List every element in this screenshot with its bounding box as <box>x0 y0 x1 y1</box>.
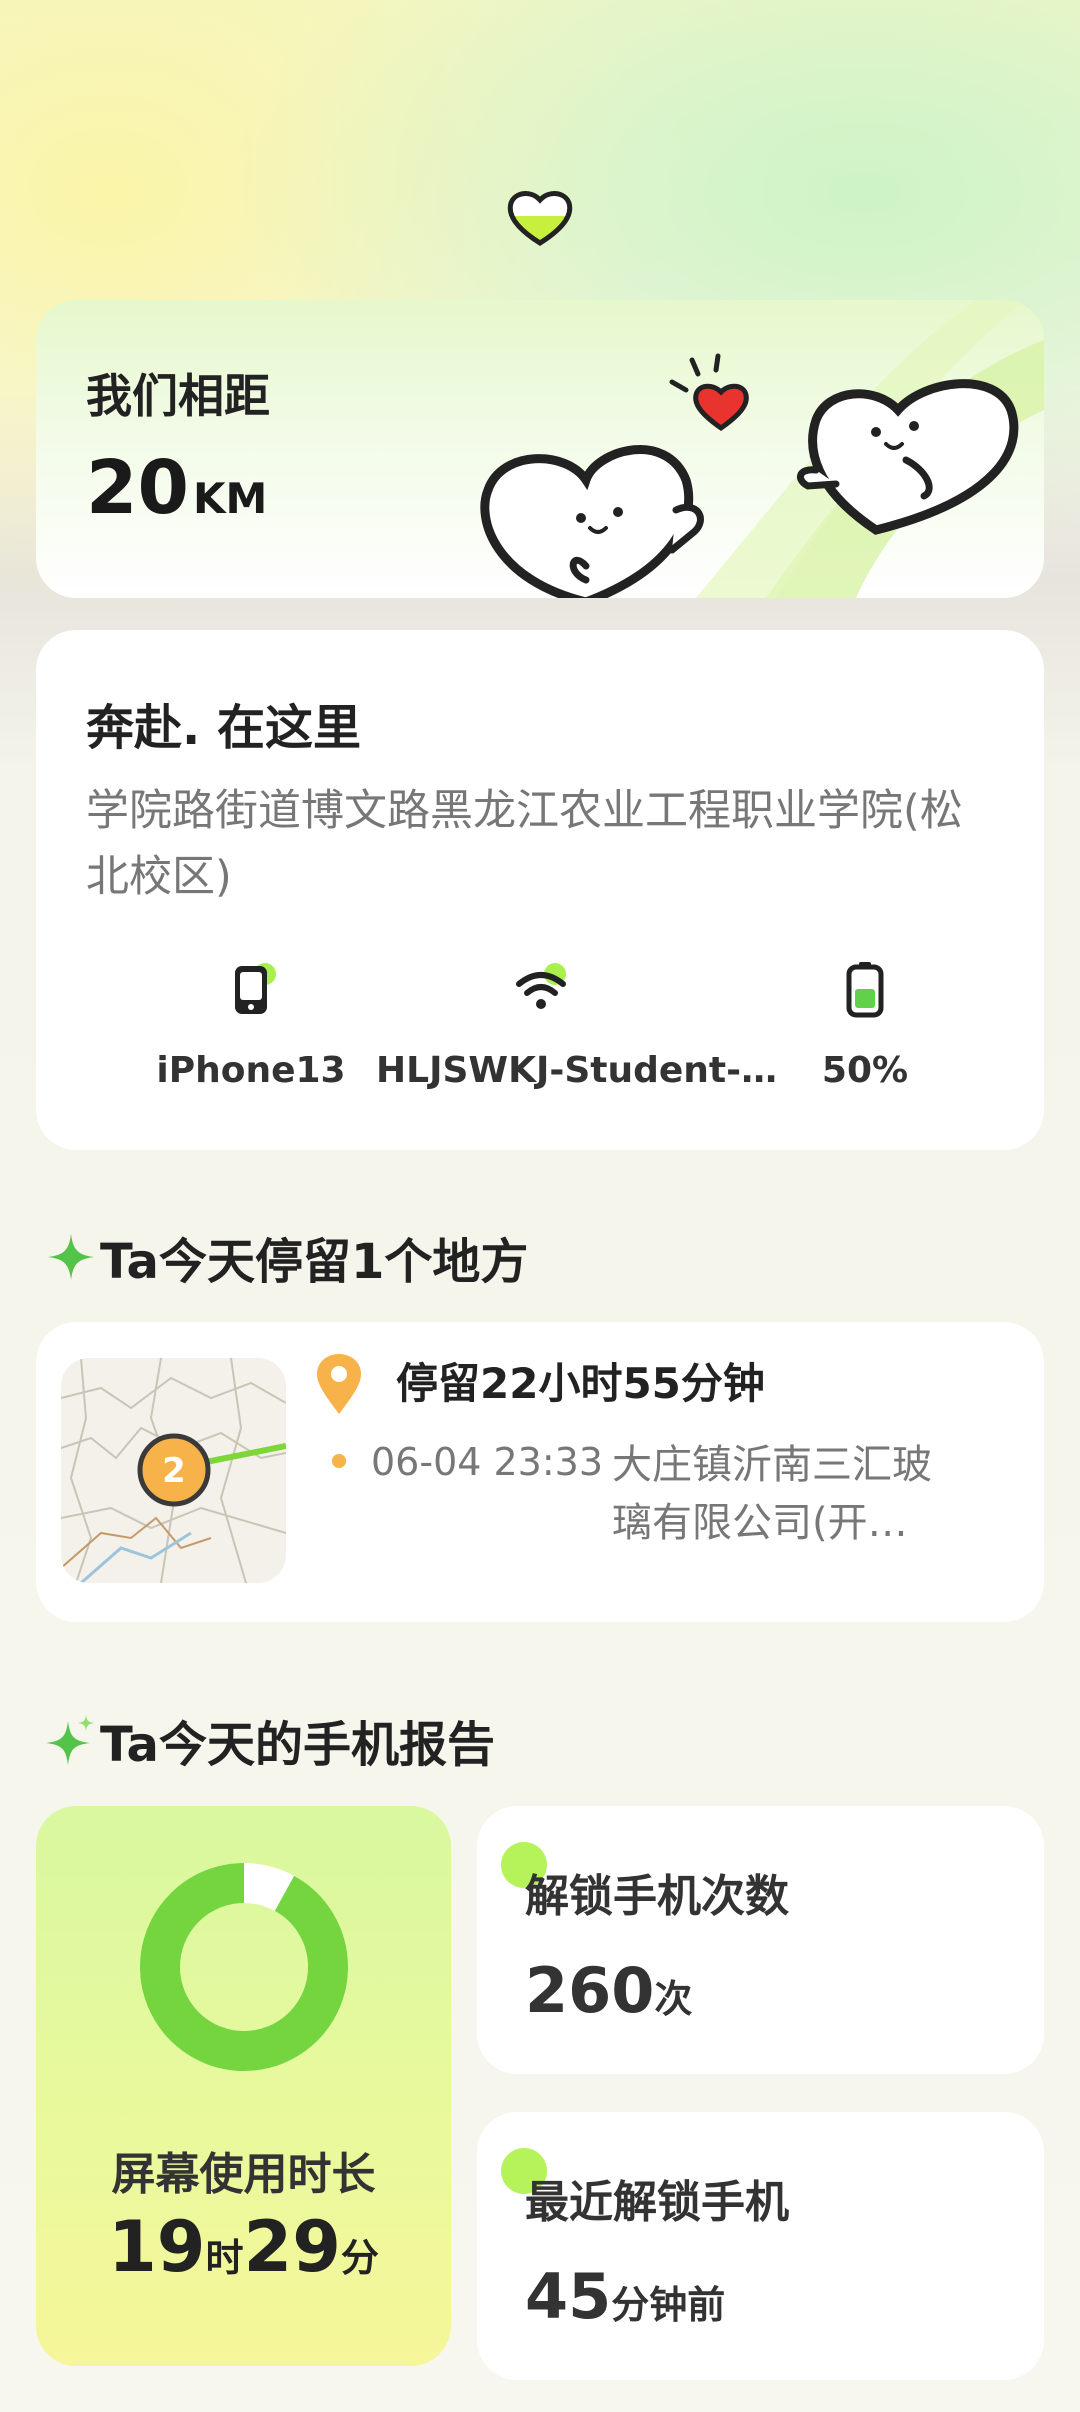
right-heart-character <box>797 379 1019 535</box>
wifi-icon <box>516 963 566 1009</box>
timeline-dot <box>332 1454 346 1468</box>
couple-hearts-illustration <box>480 353 1019 598</box>
last-unlock-value: 45分钟前 <box>525 2260 726 2333</box>
red-heart-icon <box>669 353 749 432</box>
report-heading: Ta今天的手机报告 <box>46 1705 495 1775</box>
stays-heading: Ta今天停留1个地方 <box>46 1222 528 1292</box>
phone-icon <box>235 963 276 1014</box>
map-image: 2 <box>61 1358 286 1583</box>
screen-time-card[interactable]: 屏幕使用时长 19时29分 <box>36 1806 451 2366</box>
battery-info: 50% <box>700 960 1030 1091</box>
left-heart-character <box>480 445 704 598</box>
battery-level: 50% <box>821 1050 909 1091</box>
stay-time: 06-04 23:33 <box>371 1440 604 1484</box>
distance-label: 我们相距 <box>86 369 270 423</box>
stay-place: 大庄镇沂南三汇玻璃有限公司(开… <box>612 1442 932 1546</box>
sparkle-icon <box>46 1715 94 1765</box>
unlock-count-card[interactable]: 解锁手机次数 260次 <box>477 1806 1044 2074</box>
distance-value: 20KM <box>86 445 268 531</box>
location-title: 奔赴. 在这里 <box>86 700 361 756</box>
device-info: iPhone13 <box>86 960 416 1091</box>
stay-duration: 停留22小时55分钟 <box>396 1359 765 1408</box>
battery-icon <box>846 962 884 1018</box>
location-address: 学院路街道博文路黑龙江农业工程职业学院(松北校区) <box>86 786 963 902</box>
screen-time-label: 屏幕使用时长 <box>111 2149 376 2200</box>
heart-logo-icon <box>507 191 573 246</box>
screen-time-value: 19时29分 <box>108 2206 379 2288</box>
screen-time-ring <box>140 1863 348 2071</box>
distance-card[interactable]: 我们相距 20KM <box>36 300 1044 598</box>
unlock-count-value: 260次 <box>525 1954 693 2027</box>
last-unlock-label: 最近解锁手机 <box>525 2177 789 2228</box>
sparkle-icon <box>48 1234 94 1280</box>
map-marker-count: 2 <box>162 1451 186 1491</box>
stay-card[interactable]: 2 停留22小时55分钟 06-04 23:33 大庄镇沂南三汇玻璃有限公司(开… <box>36 1322 1044 1622</box>
location-card[interactable]: 奔赴. 在这里 学院路街道博文路黑龙江农业工程职业学院(松北校区) iPhone… <box>36 630 1044 1150</box>
stay-map-thumbnail[interactable]: 2 <box>61 1358 286 1583</box>
wifi-name: HLJSWKJ-Student-… <box>376 1050 778 1091</box>
unlock-count-label: 解锁手机次数 <box>525 1871 789 1922</box>
device-name: iPhone13 <box>156 1050 346 1091</box>
last-unlock-card[interactable]: 最近解锁手机 45分钟前 <box>477 2112 1044 2380</box>
wifi-info: HLJSWKJ-Student-… <box>376 960 778 1091</box>
location-pin-icon <box>317 1354 361 1414</box>
